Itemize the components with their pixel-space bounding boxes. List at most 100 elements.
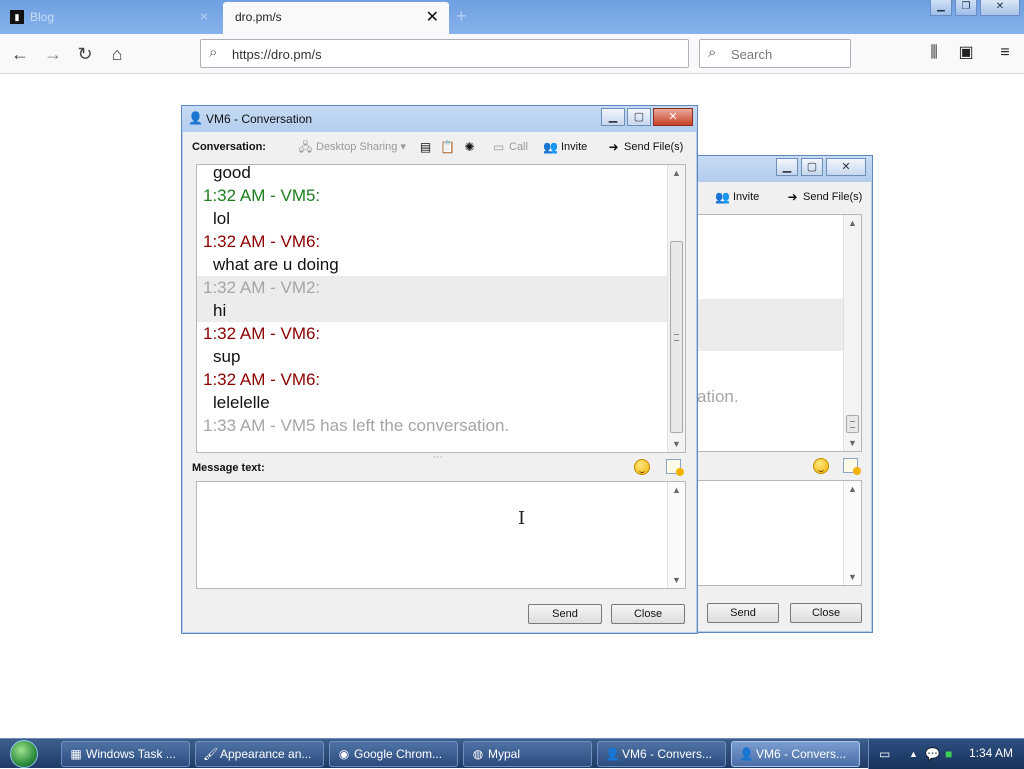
tab-close-icon[interactable]: × — [200, 8, 208, 24]
send-files-button[interactable]: ➜ Send File(s) — [785, 190, 862, 204]
search-input[interactable]: ⌕ Search — [699, 39, 851, 68]
contacts-button[interactable]: 📋 — [440, 140, 458, 154]
history-button[interactable]: ▤ — [418, 140, 436, 154]
scroll-down-icon[interactable]: ▼ — [844, 569, 861, 585]
scroll-down-icon[interactable]: ▼ — [844, 435, 861, 451]
scroll-up-icon[interactable]: ▲ — [668, 482, 685, 498]
send-button[interactable]: Send — [528, 604, 602, 624]
font-style-icon[interactable] — [843, 458, 861, 475]
close-icon[interactable]: ✕ — [653, 108, 693, 126]
taskbar-button-chrome[interactable]: ◉ Google Chrom... — [329, 741, 458, 767]
back-input-scrollbar[interactable]: ▲ ▼ — [843, 481, 861, 585]
message-input-scrollbar[interactable]: ▲ ▼ — [667, 482, 685, 588]
call-button[interactable]: ▭ Call — [491, 140, 528, 154]
maximize-icon[interactable]: ▢ — [627, 108, 651, 126]
taskbar-button-mypal[interactable]: ◍ Mypal — [463, 741, 592, 767]
restore-icon[interactable]: ❐ — [955, 0, 977, 16]
invite-button[interactable]: 👥 Invite — [715, 190, 759, 204]
sidebar-icon[interactable]: ▣ — [955, 42, 977, 64]
message-body: sup — [213, 347, 241, 366]
desktop-sharing-icon: 🖧 — [298, 140, 313, 155]
close-button[interactable]: Close — [611, 604, 685, 624]
forward-arrow-icon[interactable]: → — [42, 43, 64, 65]
tab-blog[interactable]: ▮ Blog × — [0, 0, 222, 34]
minimize-icon[interactable]: ▁ — [601, 108, 625, 126]
taskbar-button-task-manager[interactable]: ▦ Windows Task ... — [61, 741, 190, 767]
scroll-thumb[interactable] — [670, 241, 683, 433]
menu-icon[interactable]: ≡ — [994, 42, 1016, 64]
mypal-icon: ◍ — [472, 747, 484, 761]
back-history-scrollbar[interactable]: ▲ ▼ — [843, 215, 861, 451]
send-button[interactable]: Send — [707, 603, 779, 623]
tab-title: Blog — [30, 10, 55, 24]
task-manager-icon: ▦ — [70, 747, 82, 761]
send-files-label: Send File(s) — [624, 140, 684, 153]
maximize-icon[interactable]: ▢ — [801, 158, 823, 176]
send-files-label: Send File(s) — [803, 190, 863, 203]
scroll-up-icon[interactable]: ▲ — [668, 165, 685, 181]
back-message-input[interactable]: ▲ ▼ — [697, 480, 862, 586]
send-file-icon: ➜ — [787, 190, 798, 204]
url-input[interactable]: ⌕ https://dro.pm/s — [200, 39, 689, 68]
nudge-icon: ✺ — [464, 140, 475, 154]
reload-icon[interactable]: ↻ — [74, 43, 96, 65]
close-icon[interactable]: ✕ — [826, 158, 866, 176]
chat-history-scrollbar[interactable]: ▲ ▼ — [667, 165, 685, 452]
search-icon: ⌕ — [708, 44, 717, 61]
url-text: https://dro.pm/s — [232, 47, 322, 62]
scroll-up-icon[interactable]: ▲ — [844, 215, 861, 231]
taskbar-button-conversation-2[interactable]: 👤 VM6 - Convers... — [731, 741, 860, 767]
minimize-icon[interactable]: ▁ — [930, 0, 952, 16]
tab-close-icon[interactable]: ✕ — [426, 7, 439, 27]
conversation-window: 👤 VM6 - Conversation ▁ ▢ ✕ Conversation:… — [181, 105, 698, 634]
taskbar-button-label: VM6 - Convers... — [756, 747, 847, 761]
scroll-down-icon[interactable]: ▼ — [668, 572, 685, 588]
contacts-list-icon: 📋 — [440, 140, 455, 154]
close-window-icon[interactable]: ✕ — [980, 0, 1020, 16]
minimize-icon[interactable]: ▁ — [776, 158, 798, 176]
start-button[interactable] — [6, 739, 44, 769]
nudge-button[interactable]: ✺ — [462, 140, 480, 154]
call-label: Call — [509, 140, 528, 153]
chrome-icon: ◉ — [338, 747, 350, 761]
history-icon: ▤ — [419, 140, 432, 154]
home-icon[interactable]: ⌂ — [106, 43, 128, 65]
back-chat-history: ation. ▲ ▼ — [697, 214, 862, 452]
send-files-button[interactable]: ➜ Send File(s) — [606, 140, 683, 154]
taskbar-button-appearance[interactable]: 🖌 Appearance an... — [195, 741, 324, 767]
scroll-up-icon[interactable]: ▲ — [844, 481, 861, 497]
invite-button[interactable]: 👥 Invite — [543, 140, 587, 154]
search-icon: ⌕ — [209, 44, 218, 61]
invite-icon: 👥 — [543, 140, 558, 154]
tab-dro-pm[interactable]: dro.pm/s ✕ — [223, 2, 449, 34]
library-icon[interactable]: ⫼ — [923, 42, 945, 64]
clock[interactable]: 1:34 AM — [969, 746, 1013, 760]
scroll-down-icon[interactable]: ▼ — [668, 436, 685, 452]
emoticon-icon[interactable] — [813, 458, 829, 474]
show-hidden-icons-icon[interactable]: ▲ — [909, 749, 918, 759]
close-button[interactable]: Close — [790, 603, 862, 623]
back-arrow-icon[interactable]: ← — [9, 43, 31, 65]
message-text-label: Message text: — [192, 462, 265, 474]
text-cursor-icon: I — [518, 508, 526, 529]
browser-tab-strip: ▮ Blog × dro.pm/s ✕ + ▁ ❐ ✕ — [0, 0, 1024, 34]
message-input[interactable]: ▲ ▼ — [196, 481, 686, 589]
message-body: what are u doing — [213, 255, 339, 274]
buddy-icon: 👤 — [605, 747, 620, 761]
taskbar: ▦ Windows Task ... 🖌 Appearance an... ◉ Goo… — [0, 738, 1024, 769]
scroll-thumb[interactable] — [846, 415, 859, 433]
new-tab-icon[interactable]: + — [456, 6, 467, 27]
desktop-sharing-button[interactable]: 🖧 Desktop Sharing ▾ — [298, 140, 406, 154]
chevron-down-icon: ▾ — [400, 141, 406, 153]
message-header: 1:32 AM - VM5: — [203, 186, 321, 205]
chat-history: good 1:32 AM - VM5: lol 1:32 AM - VM6: w… — [196, 164, 686, 453]
splitter-grip-icon[interactable]: ⋯ — [433, 452, 444, 463]
keyboard-icon[interactable]: ▭ — [879, 747, 890, 761]
status-icon[interactable]: ■ — [945, 747, 952, 761]
chat-bubble-icon[interactable]: 💬 — [925, 747, 940, 761]
emoticon-icon[interactable] — [634, 459, 650, 475]
camera-icon: ▭ — [492, 140, 505, 154]
taskbar-button-conversation-1[interactable]: 👤 VM6 - Convers... — [597, 741, 726, 767]
font-style-icon[interactable] — [666, 459, 684, 476]
message-header: 1:32 AM - VM6: — [203, 232, 321, 251]
